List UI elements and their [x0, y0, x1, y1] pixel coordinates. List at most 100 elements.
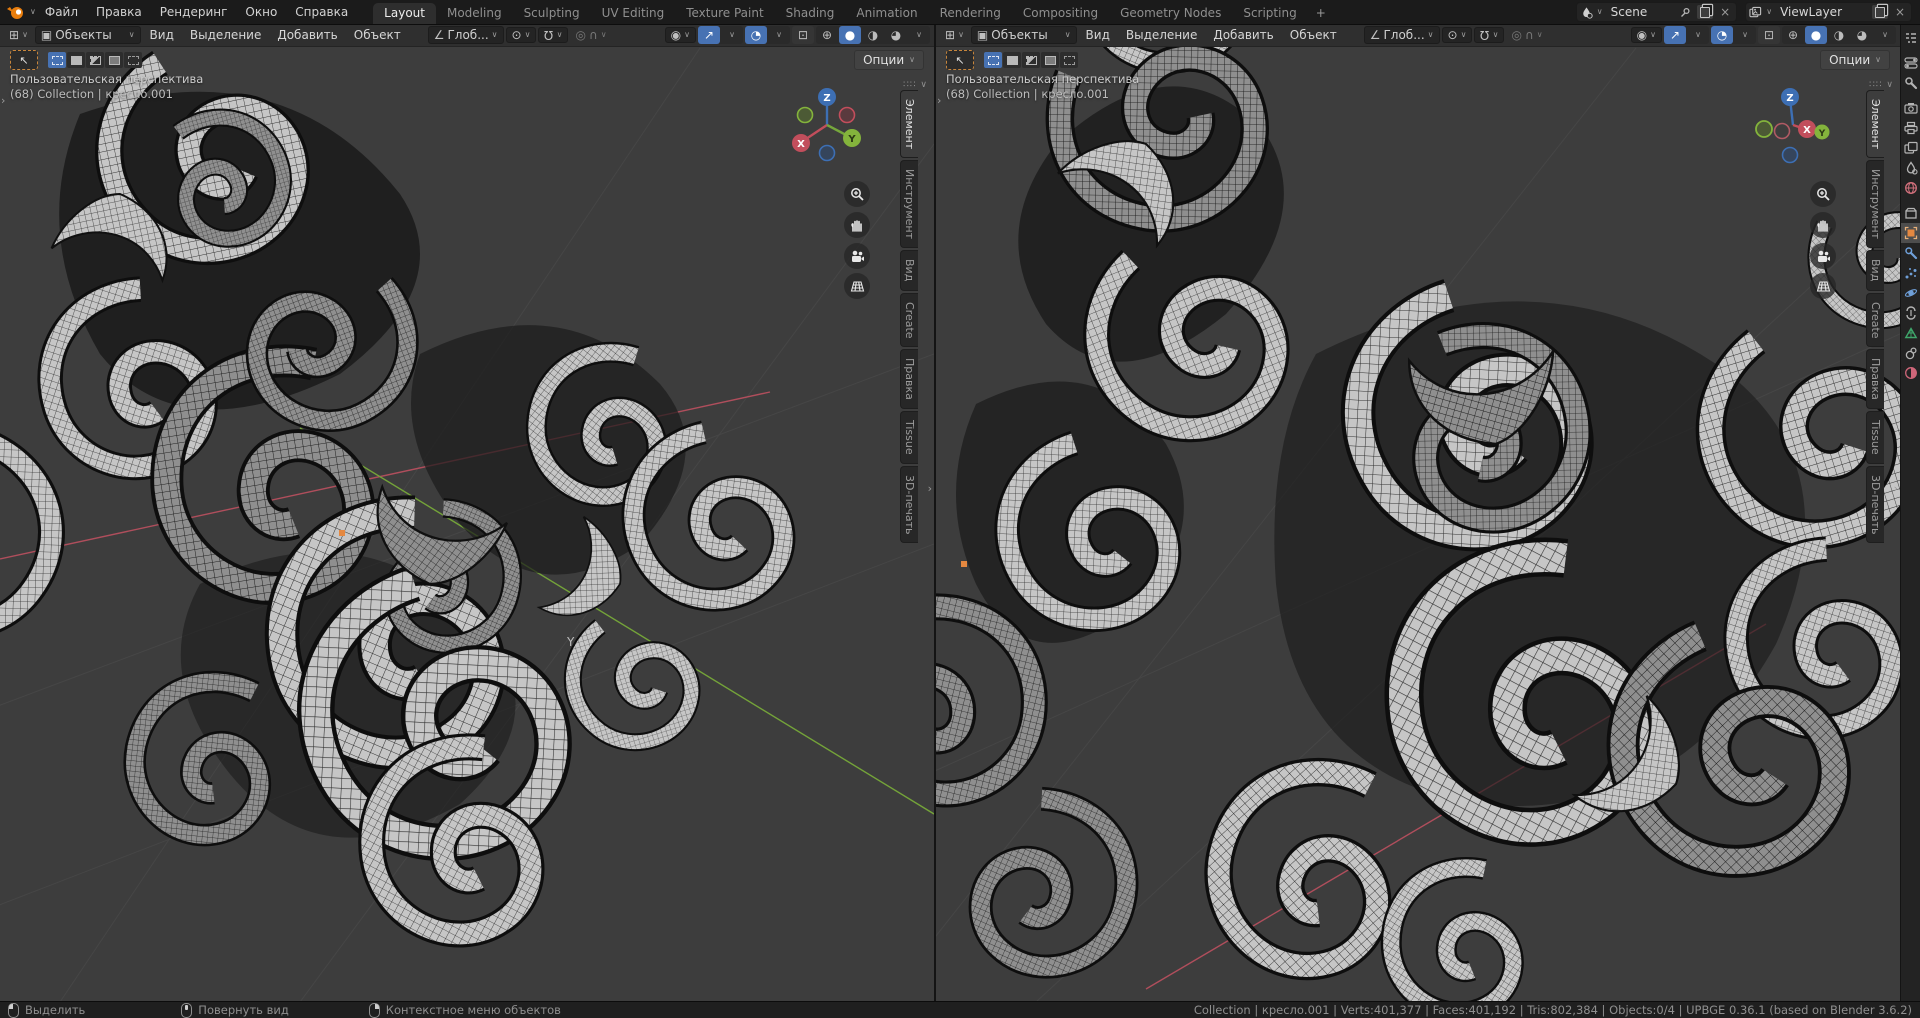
scene-icon[interactable] [1580, 6, 1593, 19]
sidebar-tab-3dprint[interactable]: 3D-печать [900, 466, 918, 544]
view-layer-name[interactable]: ViewLayer [1776, 5, 1868, 19]
sidebar-tab-view[interactable]: Вид [900, 250, 918, 290]
new-view-layer-button[interactable] [1872, 5, 1888, 19]
snap-controls[interactable]: Ω∨ [538, 27, 568, 43]
sidebar-tab-3dprint[interactable]: 3D-печать [1866, 466, 1884, 544]
workspace-tab-animation[interactable]: Animation [845, 3, 928, 24]
shading-dropdown[interactable]: ∨ [1874, 26, 1896, 44]
sidebar-tab-edit[interactable]: Правка [1866, 349, 1884, 409]
gizmo-dropdown[interactable]: ∨ [1687, 26, 1709, 44]
overlays-dropdown[interactable]: ∨ [1734, 26, 1756, 44]
visibility-dropdown[interactable]: ◉∨ [665, 27, 696, 43]
world-tab-icon[interactable] [1901, 178, 1920, 198]
menu-add[interactable]: Добавить [270, 26, 344, 44]
menu-object[interactable]: Объект [1283, 26, 1344, 44]
select-mode-extend[interactable] [1003, 52, 1021, 68]
gizmo-x-neg[interactable] [1775, 124, 1790, 139]
render-tab-icon[interactable] [1901, 98, 1920, 118]
shading-wireframe-button[interactable]: ⊕ [816, 26, 838, 44]
pan-hand-button[interactable] [1810, 212, 1836, 238]
proportional-editing[interactable]: ◎∩∨ [1506, 28, 1547, 42]
sidebar-tab-create[interactable]: Create [900, 293, 918, 348]
toolbar-expand-arrow[interactable]: › [1, 94, 5, 107]
modifiers-tab-icon[interactable] [1901, 243, 1920, 263]
gizmo-z-neg[interactable] [1783, 148, 1798, 163]
transform-orientation-selector[interactable]: ∠Глоб...∨ [1364, 26, 1440, 44]
zoom-button[interactable] [1810, 181, 1836, 207]
perspective-toggle-button[interactable] [844, 273, 870, 299]
mode-selector[interactable]: ▣Объекты∨ [35, 26, 141, 44]
chevron-down-icon[interactable]: ∨ [1766, 8, 1772, 16]
viewport-left[interactable]: Y ⊞∨ ▣Объекты∨ Вид Выделение [0, 24, 934, 1002]
select-mode-invert[interactable] [105, 52, 123, 68]
pan-hand-button[interactable] [844, 212, 870, 238]
constraints-tab-icon[interactable] [1901, 303, 1920, 323]
viewport-left-3d-content[interactable]: Y [0, 24, 934, 1002]
chevron-down-icon[interactable]: ∨ [1597, 8, 1603, 16]
sidebar-tab-item[interactable]: Элемент [900, 90, 918, 158]
gizmo-dropdown[interactable]: ∨ [721, 26, 743, 44]
shading-rendered-button[interactable]: ◕ [1851, 26, 1873, 44]
menu-file[interactable]: Файл [36, 3, 87, 21]
new-scene-button[interactable] [1697, 5, 1713, 19]
options-button[interactable]: Опции∨ [854, 50, 924, 70]
navigation-gizmo[interactable]: Z X Y [787, 85, 867, 165]
workspace-tab-modeling[interactable]: Modeling [436, 3, 513, 24]
chevron-down-icon[interactable]: ∨ [30, 8, 36, 16]
output-tab-icon[interactable] [1901, 118, 1920, 138]
workspace-tab-sculpting[interactable]: Sculpting [513, 3, 591, 24]
gizmo-x-neg[interactable] [840, 108, 855, 123]
object-tab-icon[interactable] [1901, 223, 1920, 243]
workspace-tab-uv-editing[interactable]: UV Editing [591, 3, 676, 24]
editor-type-button[interactable]: ⊞∨ [4, 28, 33, 42]
tool-tab-icon[interactable] [1901, 73, 1920, 93]
snap-controls[interactable]: Ω∨ [1474, 27, 1504, 43]
collection-tab-icon[interactable] [1901, 203, 1920, 223]
sidebar-tab-create[interactable]: Create [1866, 293, 1884, 348]
show-overlays-toggle[interactable]: ◔ [1711, 26, 1733, 44]
blender-logo-icon[interactable] [6, 4, 28, 20]
object-data-tab-icon[interactable] [1901, 323, 1920, 343]
options-button[interactable]: Опции∨ [1820, 50, 1890, 70]
gizmo-z-neg[interactable] [820, 146, 835, 161]
gizmo-y-neg[interactable] [1756, 121, 1772, 137]
menu-add[interactable]: Добавить [1206, 26, 1280, 44]
editor-type-button[interactable]: ⊞∨ [940, 28, 969, 42]
sidebar-tab-edit[interactable]: Правка [900, 349, 918, 409]
visibility-dropdown[interactable]: ◉∨ [1631, 27, 1662, 43]
menu-help[interactable]: Справка [286, 3, 357, 21]
menu-select[interactable]: Выделение [1119, 26, 1204, 44]
overlays-dropdown[interactable]: ∨ [768, 26, 790, 44]
zoom-button[interactable] [844, 181, 870, 207]
select-mode-intersect[interactable] [1060, 52, 1078, 68]
outliner-icon[interactable] [1901, 28, 1920, 48]
shading-material-button[interactable]: ◑ [1828, 26, 1850, 44]
sidebar-collapse-arrow[interactable]: › [1894, 482, 1898, 495]
physics-tab-icon[interactable] [1901, 283, 1920, 303]
sidebar-tab-tissue[interactable]: Tissue [1866, 411, 1884, 464]
delete-scene-button[interactable]: × [1717, 5, 1733, 19]
view-layer-icon[interactable] [1749, 6, 1762, 19]
gizmo-y-axis[interactable]: Y [1818, 129, 1826, 139]
gizmo-x-axis[interactable]: X [1803, 125, 1811, 136]
viewport-right-3d-content[interactable] [936, 24, 1900, 1002]
sidebar-tab-tool[interactable]: Инструмент [1866, 160, 1884, 248]
workspace-tab-scripting[interactable]: Scripting [1232, 3, 1307, 24]
perspective-toggle-button[interactable] [1810, 273, 1836, 299]
sidebar-collapse-arrow[interactable]: › [928, 482, 932, 495]
workspace-tab-shading[interactable]: Shading [775, 3, 846, 24]
xray-toggle[interactable]: ⊡ [1758, 26, 1780, 44]
workspace-tab-compositing[interactable]: Compositing [1012, 3, 1109, 24]
show-gizmo-toggle[interactable]: ↗ [698, 26, 720, 44]
sidebar-tab-tool[interactable]: Инструмент [900, 160, 918, 248]
gizmo-y-axis[interactable]: Y [847, 134, 856, 145]
select-mode-set[interactable] [48, 52, 66, 68]
shading-solid-button[interactable]: ● [1805, 26, 1827, 44]
workspace-tab-texture-paint[interactable]: Texture Paint [675, 3, 774, 24]
menu-view[interactable]: Вид [1079, 26, 1117, 44]
gizmo-x-axis[interactable]: X [797, 139, 805, 150]
shading-wireframe-button[interactable]: ⊕ [1782, 26, 1804, 44]
menu-view[interactable]: Вид [143, 26, 181, 44]
scene-tab-icon[interactable] [1901, 158, 1920, 178]
toolbar-expand-arrow[interactable]: › [937, 94, 941, 107]
